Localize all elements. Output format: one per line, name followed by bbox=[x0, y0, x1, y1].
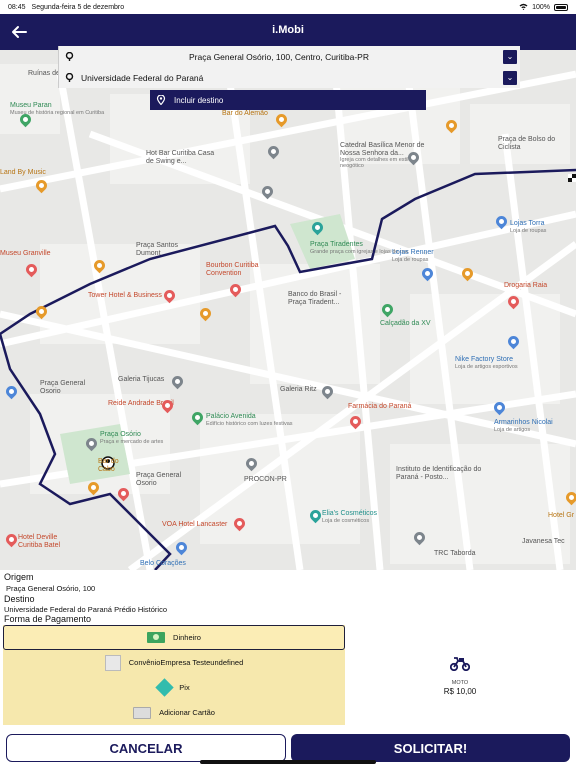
map-label: Instituto de Identificação do Paraná - P… bbox=[396, 466, 482, 481]
map-label: Hotel Deville Curitiba Batel bbox=[18, 534, 61, 549]
map-label: Galeria Ritz bbox=[280, 386, 317, 393]
map-label: Ruínas de bbox=[28, 70, 60, 77]
map-label: VOA Hotel Lancaster bbox=[162, 521, 228, 528]
map-label: Praça Osório Praça e mercado de artes bbox=[100, 431, 164, 445]
ride-option-price: R$ 10,00 bbox=[443, 687, 477, 696]
pix-icon bbox=[155, 678, 174, 697]
map-label: Banco do Brasil - Praça Tiradent... bbox=[288, 291, 342, 306]
destination-pin-icon bbox=[65, 73, 74, 82]
payment-option-label: Pix bbox=[179, 683, 190, 692]
map-label: Galeria Tijucas bbox=[118, 376, 165, 383]
add-destination-button[interactable]: Incluir destino bbox=[150, 90, 426, 110]
map-label: Museu Granville bbox=[0, 250, 51, 257]
app-title: i.Mobi bbox=[272, 24, 304, 36]
map-label: Calçadão da XV bbox=[380, 320, 431, 327]
battery-icon bbox=[554, 3, 568, 11]
chevron-down-icon[interactable]: ⌄ bbox=[503, 50, 517, 64]
add-destination-label: Incluir destino bbox=[174, 95, 224, 105]
ride-option-name: MOTO bbox=[451, 680, 469, 686]
map-label: Land By Music bbox=[0, 169, 46, 176]
map-label: Praça General Osorio bbox=[136, 472, 182, 487]
map-label: Farmácia do Paraná bbox=[348, 403, 412, 410]
card-icon bbox=[133, 706, 152, 719]
destination-value: Universidade Federal do Paraná Prédio Hi… bbox=[4, 605, 168, 614]
payment-option-add-card[interactable]: Adicionar Cartão bbox=[3, 700, 345, 725]
destination-address[interactable]: Universidade Federal do Paraná bbox=[81, 73, 203, 83]
money-icon bbox=[147, 632, 166, 643]
home-indicator bbox=[200, 760, 376, 764]
request-button[interactable]: SOLICITAR! bbox=[291, 734, 570, 762]
map-label: Elia's Cosméticos Loja de cosméticos bbox=[322, 510, 378, 524]
payment-option-label: Dinheiro bbox=[173, 633, 201, 642]
destination-flag-icon bbox=[568, 174, 576, 182]
destination-row[interactable]: Universidade Federal do Paraná ⌄ bbox=[59, 68, 521, 88]
map-label: Hotel Gr bbox=[548, 512, 575, 519]
payment-option-company[interactable]: ConvênioEmpresa Testeundefined bbox=[3, 650, 345, 675]
payment-option-cash[interactable]: Dinheiro bbox=[3, 625, 345, 650]
map-label: Praça de Bolso do Ciclista bbox=[498, 136, 556, 151]
cancel-button[interactable]: CANCELAR bbox=[6, 734, 286, 762]
payment-option-pix[interactable]: Pix bbox=[3, 675, 345, 700]
map-label: Palácio Avenida Edifício histórico com lu… bbox=[206, 413, 293, 427]
battery-text: 100% bbox=[532, 3, 550, 11]
motorcycle-icon bbox=[449, 657, 471, 672]
origin-row[interactable]: Praça General Osório, 100, Centro, Curit… bbox=[59, 47, 521, 67]
receipt-icon bbox=[104, 654, 121, 671]
map-label: Drogaria Raia bbox=[504, 282, 548, 289]
origin-address[interactable]: Praça General Osório, 100, Centro, Curit… bbox=[59, 52, 499, 62]
map-label: Armarinhos Nicolai Loja de artigos bbox=[494, 419, 553, 433]
wifi-icon bbox=[519, 3, 528, 12]
map-label: PROCON-PR bbox=[244, 476, 287, 483]
status-time: 08:45 bbox=[8, 3, 26, 11]
location-pin-icon bbox=[156, 95, 166, 105]
payment-label: Forma de Pagamento bbox=[4, 614, 92, 624]
app-header: i.Mobi bbox=[0, 14, 576, 50]
map-label: Tower Hotel & Business bbox=[88, 292, 162, 299]
map-label: Nike Factory Store Loja de artigos esport… bbox=[455, 356, 518, 370]
map-label: Belo Corações bbox=[140, 560, 186, 567]
map-label: Lojas Torra Loja de roupas bbox=[510, 220, 547, 234]
map-label: Javanesa Tec bbox=[522, 538, 565, 545]
map-label: TRC Taborda bbox=[434, 550, 476, 557]
map-label: Bar do Cabo bbox=[98, 458, 119, 473]
map-label: Praça Santos Dumont bbox=[136, 242, 179, 257]
payment-option-label: Adicionar Cartão bbox=[159, 708, 215, 717]
map-label: Lojas Renner Loja de roupas bbox=[392, 249, 434, 263]
map-label: Bourbon Curitiba Convention bbox=[206, 262, 259, 277]
map-label: Bar do Alemão bbox=[222, 110, 268, 117]
status-right: 100% bbox=[519, 3, 568, 12]
map-label: Hot Bar Curitiba Casa de Swing e... bbox=[146, 150, 215, 165]
chevron-down-icon[interactable]: ⌄ bbox=[503, 71, 517, 85]
status-date: Segunda-feira 5 de dezembro bbox=[31, 3, 125, 11]
origin-label: Origem bbox=[4, 572, 34, 582]
map-label: Praça General Osorio bbox=[40, 380, 86, 395]
route-card: Praça General Osório, 100, Centro, Curit… bbox=[58, 46, 520, 88]
ride-option-moto[interactable]: MOTO R$ 10,00 bbox=[430, 655, 490, 696]
origin-value: Praça General Osório, 100 bbox=[6, 584, 96, 593]
destination-label: Destino bbox=[4, 594, 35, 604]
status-bar: 08:45 Segunda-feira 5 de dezembro 100% bbox=[0, 0, 576, 14]
payment-option-label: ConvênioEmpresa Testeundefined bbox=[128, 658, 244, 667]
